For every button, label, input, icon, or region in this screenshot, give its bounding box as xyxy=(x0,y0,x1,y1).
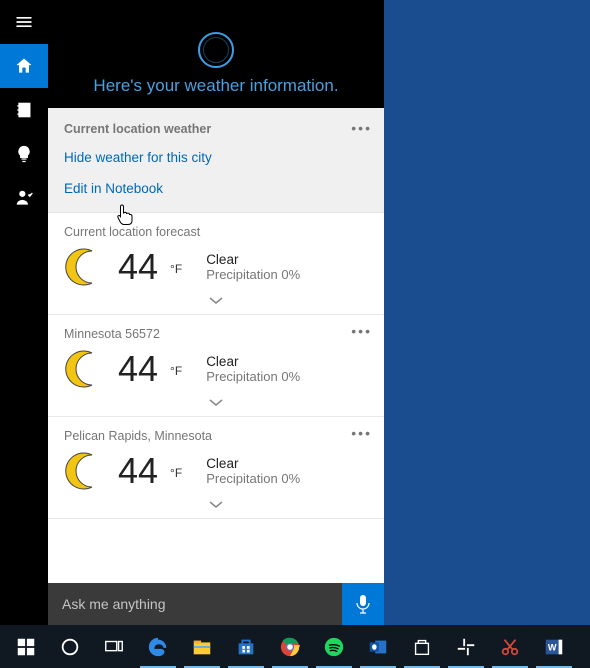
forecast-location: Minnesota 56572 xyxy=(64,327,368,341)
forecast-unit: °F xyxy=(170,466,182,480)
forecast-precip: Precipitation 0% xyxy=(206,267,300,282)
forecast-unit: °F xyxy=(170,262,182,276)
edit-notebook-link[interactable]: Edit in Notebook xyxy=(64,181,368,196)
taskbar: W xyxy=(0,625,590,668)
hide-weather-link[interactable]: Hide weather for this city xyxy=(64,150,368,165)
forecast-temp: 44 xyxy=(118,249,158,285)
moon-icon xyxy=(64,347,108,391)
weather-card-header: ••• Current location weather Hide weathe… xyxy=(48,108,384,213)
chrome-taskbar-icon[interactable] xyxy=(268,625,312,668)
home-button[interactable] xyxy=(0,44,48,88)
notebook-button[interactable] xyxy=(0,88,48,132)
word-taskbar-icon[interactable]: W xyxy=(532,625,576,668)
forecast-more-button[interactable]: ••• xyxy=(351,323,372,339)
moon-icon xyxy=(64,245,108,289)
microphone-button[interactable] xyxy=(342,583,384,625)
forecast-condition: Clear xyxy=(206,252,300,267)
hamburger-menu-button[interactable] xyxy=(0,0,48,44)
forecast-card[interactable]: Current location forecast 44 °F ClearPrecip… xyxy=(48,213,384,315)
forecast-condition: Clear xyxy=(206,456,300,471)
store-alt-taskbar-icon[interactable] xyxy=(400,625,444,668)
feedback-button[interactable] xyxy=(0,176,48,220)
start-button[interactable] xyxy=(4,625,48,668)
forecast-card[interactable]: •••Pelican Rapids, Minnesota 44 °F ClearPre… xyxy=(48,417,384,519)
tips-button[interactable] xyxy=(0,132,48,176)
forecast-card[interactable]: •••Minnesota 56572 44 °F ClearPrecipitation… xyxy=(48,315,384,417)
forecast-unit: °F xyxy=(170,364,182,378)
expand-forecast-button[interactable] xyxy=(64,391,368,412)
task-view-button[interactable] xyxy=(92,625,136,668)
card-title: Current location weather xyxy=(64,122,368,136)
more-options-button[interactable]: ••• xyxy=(351,120,372,136)
outlook-taskbar-icon[interactable] xyxy=(356,625,400,668)
forecast-location: Current location forecast xyxy=(64,225,368,239)
forecast-condition: Clear xyxy=(206,354,300,369)
forecast-temp: 44 xyxy=(118,453,158,489)
slack-taskbar-icon[interactable] xyxy=(444,625,488,668)
header-title: Here's your weather information. xyxy=(93,76,338,96)
store-taskbar-icon[interactable] xyxy=(224,625,268,668)
cortana-taskbar-button[interactable] xyxy=(48,625,92,668)
edge-taskbar-icon[interactable] xyxy=(136,625,180,668)
forecast-location: Pelican Rapids, Minnesota xyxy=(64,429,368,443)
file-explorer-taskbar-icon[interactable] xyxy=(180,625,224,668)
expand-forecast-button[interactable] xyxy=(64,493,368,514)
search-input[interactable] xyxy=(48,596,342,612)
forecast-more-button[interactable]: ••• xyxy=(351,425,372,441)
cortana-sidebar xyxy=(0,0,48,625)
cortana-header: Here's your weather information. xyxy=(48,0,384,108)
svg-text:W: W xyxy=(548,642,557,652)
forecast-precip: Precipitation 0% xyxy=(206,471,300,486)
expand-forecast-button[interactable] xyxy=(64,289,368,310)
snip-taskbar-icon[interactable] xyxy=(488,625,532,668)
forecast-temp: 44 xyxy=(118,351,158,387)
cortana-panel: Here's your weather information. ••• Cur… xyxy=(48,0,384,625)
search-bar xyxy=(48,583,384,625)
cortana-ring-icon xyxy=(198,32,234,68)
pointer-cursor-icon xyxy=(116,203,136,227)
content-scroll[interactable]: ••• Current location weather Hide weathe… xyxy=(48,108,384,625)
forecast-precip: Precipitation 0% xyxy=(206,369,300,384)
moon-icon xyxy=(64,449,108,493)
spotify-taskbar-icon[interactable] xyxy=(312,625,356,668)
